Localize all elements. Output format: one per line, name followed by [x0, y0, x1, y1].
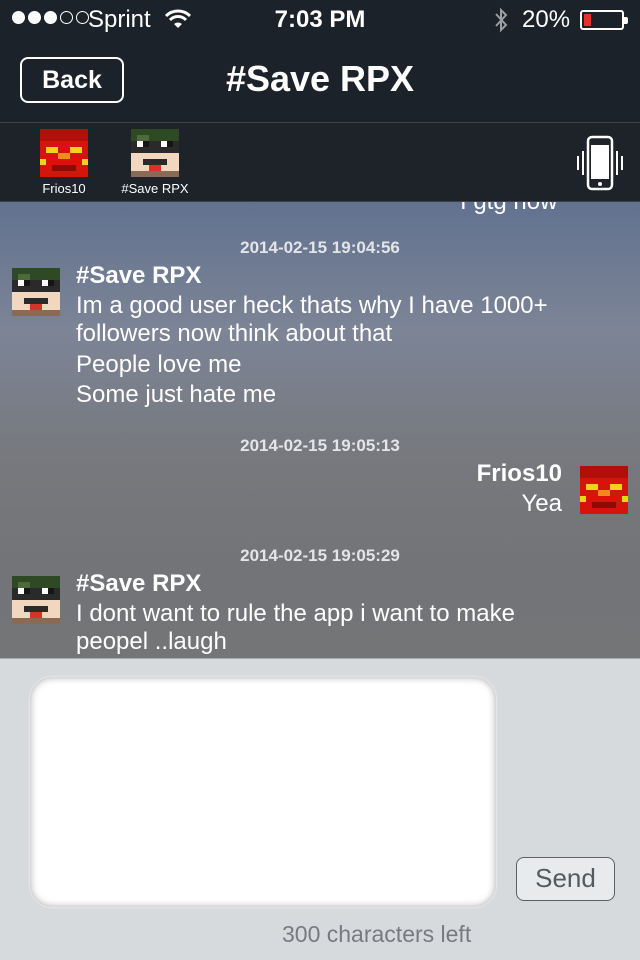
message-text: I dont want to rule the app i want to ma… [76, 600, 515, 655]
message-timestamp: 2014-02-15 19:05:13 [240, 436, 400, 455]
message-input[interactable] [30, 677, 496, 907]
participant-frios10[interactable]: Frios10 [38, 129, 90, 196]
battery-percent: 20% [522, 6, 571, 33]
red-block-avatar [40, 129, 88, 177]
participant-save-rpx[interactable]: #Save RPX [118, 129, 192, 196]
message-text: I gtg now [460, 202, 557, 216]
page-title: #Save RPX [225, 58, 415, 99]
bluetooth-icon [495, 7, 508, 33]
message-text: People love me [76, 351, 242, 378]
sender-name: Frios10 [476, 460, 562, 487]
sender-avatar[interactable] [12, 576, 60, 624]
vibrate-phone-icon[interactable] [576, 135, 624, 191]
composer: Send 300 characters left [0, 658, 640, 960]
participant-name: Frios10 [42, 181, 86, 196]
status-bar: Sprint 7:03 PM 20% [0, 0, 640, 40]
battery-icon [580, 10, 628, 30]
top-bar: Sprint 7:03 PM 20% Back #Save RPX [0, 0, 640, 122]
participant-name: #Save RPX [121, 181, 189, 196]
sender-name: #Save RPX [76, 262, 202, 289]
chat-area[interactable]: I gtg now 2014-02-15 19:04:56 #Save RPX … [0, 202, 640, 658]
masked-block-avatar [131, 129, 179, 177]
message-text: Im a good user heck thats why I have 100… [76, 292, 548, 347]
message-timestamp: 2014-02-15 19:04:56 [240, 238, 400, 257]
sender-name: #Save RPX [76, 570, 202, 597]
message-text: Some just hate me [76, 381, 277, 408]
characters-left-label: 300 characters left [282, 921, 472, 947]
sender-avatar[interactable] [12, 268, 60, 316]
participants-bar: Frios10 #Save RPX [0, 122, 640, 202]
message-timestamp: 2014-02-15 19:05:29 [240, 546, 400, 565]
sender-avatar[interactable] [580, 466, 628, 514]
send-button[interactable]: Send [516, 857, 615, 901]
message-text: Yea [521, 490, 563, 517]
